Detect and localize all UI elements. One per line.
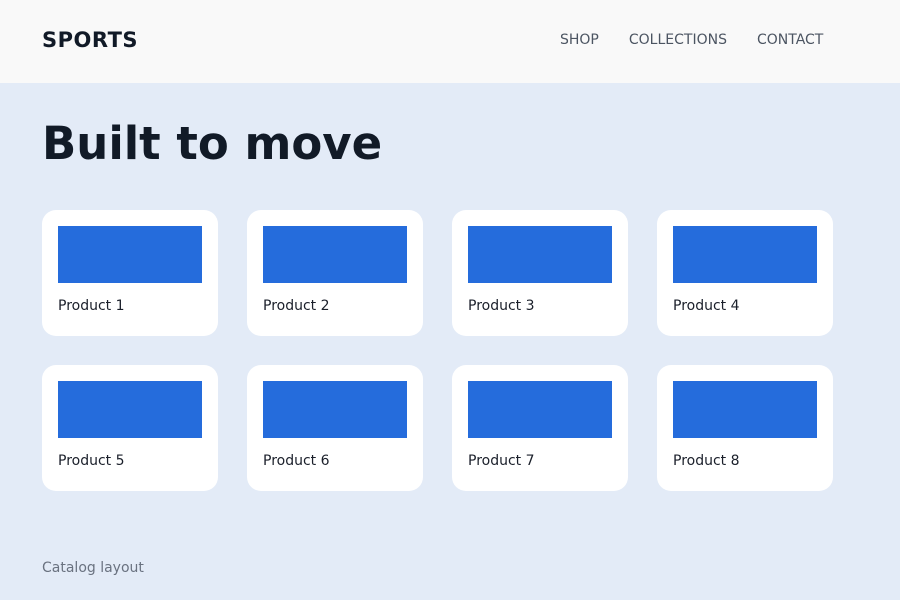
- product-card[interactable]: Product 4: [657, 210, 833, 336]
- nav-collections[interactable]: COLLECTIONS: [629, 32, 727, 48]
- product-label: Product 2: [263, 298, 330, 314]
- page: SPORTS SHOP COLLECTIONS CONTACT Built to…: [0, 0, 900, 600]
- brand-logo[interactable]: SPORTS: [42, 28, 138, 52]
- product-card[interactable]: Product 6: [247, 365, 423, 491]
- product-card[interactable]: Product 8: [657, 365, 833, 491]
- product-label: Product 1: [58, 298, 125, 314]
- product-image: [468, 381, 612, 438]
- product-image: [58, 381, 202, 438]
- product-label: Product 4: [673, 298, 740, 314]
- product-card[interactable]: Product 7: [452, 365, 628, 491]
- nav-shop[interactable]: SHOP: [560, 32, 599, 48]
- site-header: SPORTS SHOP COLLECTIONS CONTACT: [0, 0, 900, 83]
- hero-title: Built to move: [42, 117, 383, 170]
- nav-contact[interactable]: CONTACT: [757, 32, 823, 48]
- product-image: [263, 381, 407, 438]
- product-image: [58, 226, 202, 283]
- product-card[interactable]: Product 1: [42, 210, 218, 336]
- product-card[interactable]: Product 5: [42, 365, 218, 491]
- product-image: [263, 226, 407, 283]
- product-label: Product 8: [673, 453, 740, 469]
- footer-note: Catalog layout: [42, 560, 144, 576]
- product-card[interactable]: Product 2: [247, 210, 423, 336]
- product-grid: Product 1 Product 2 Product 3 Product 4 …: [42, 210, 842, 491]
- product-image: [468, 226, 612, 283]
- main-navigation: SHOP COLLECTIONS CONTACT: [560, 32, 853, 48]
- product-image: [673, 381, 817, 438]
- product-label: Product 7: [468, 453, 535, 469]
- product-label: Product 3: [468, 298, 535, 314]
- product-label: Product 6: [263, 453, 330, 469]
- product-card[interactable]: Product 3: [452, 210, 628, 336]
- product-label: Product 5: [58, 453, 125, 469]
- product-image: [673, 226, 817, 283]
